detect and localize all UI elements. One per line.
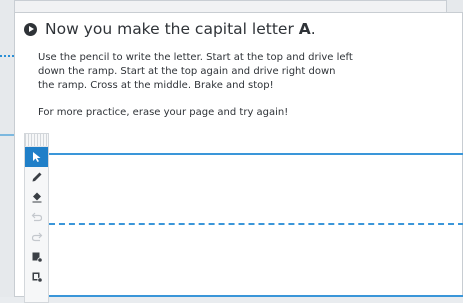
practice-text: For more practice, erase your page and t… (38, 107, 289, 118)
page-title: Now you make the capital letter A. (45, 20, 316, 38)
play-audio-icon[interactable] (24, 22, 37, 36)
undo-button[interactable] (25, 207, 48, 227)
title-text: Now you make the capital letter (45, 20, 299, 38)
clear-page-icon (32, 252, 43, 263)
redo-button[interactable] (25, 227, 48, 247)
pencil-tool-button[interactable] (25, 167, 48, 187)
heading-row: Now you make the capital letter A. (24, 20, 316, 38)
instructions-text: Use the pencil to write the letter. Star… (38, 52, 353, 91)
top-guide-line (49, 153, 463, 155)
redo-icon (31, 232, 42, 242)
clear-all-icon (32, 272, 43, 283)
pointer-icon (33, 152, 41, 162)
drawing-toolbar (24, 133, 49, 303)
middle-guide-line (49, 223, 463, 225)
writing-card: Now you make the capital letter A. Use t… (14, 12, 463, 303)
pointer-tool-button[interactable] (25, 147, 48, 167)
title-letter: A (298, 20, 311, 38)
undo-icon (31, 212, 42, 222)
clear-page-button[interactable] (25, 247, 48, 267)
clear-all-button[interactable] (25, 267, 48, 287)
toolbar-drag-handle[interactable] (25, 134, 48, 147)
eraser-tool-button[interactable] (25, 187, 48, 207)
eraser-icon (32, 192, 41, 203)
title-period: . (310, 20, 316, 38)
pencil-icon (32, 172, 41, 182)
